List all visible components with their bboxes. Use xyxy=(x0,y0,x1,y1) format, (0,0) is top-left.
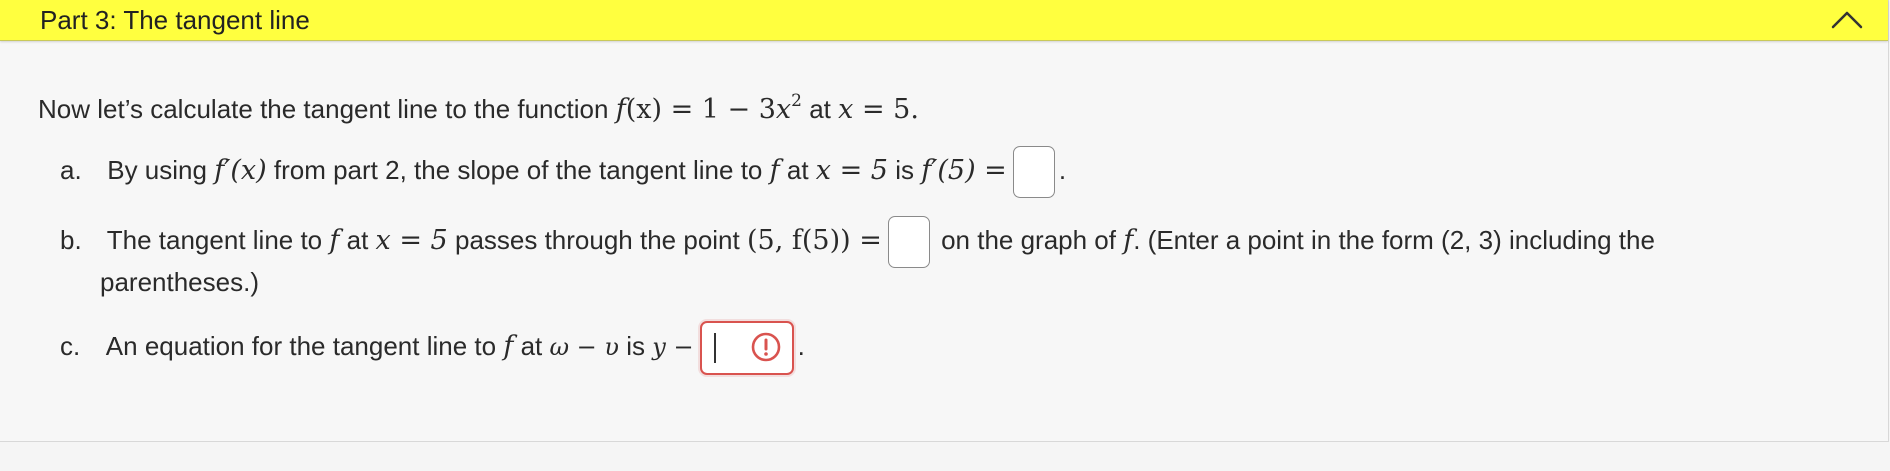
text-caret xyxy=(713,333,716,363)
question-b-end: . (Enter a point in the form (2, 3) incl… xyxy=(1133,224,1655,255)
question-c-is: is xyxy=(626,330,646,361)
question-c: c. An equation for the tangent line to f… xyxy=(60,321,805,375)
item-marker-c: c. xyxy=(60,330,81,361)
f-symbol: f xyxy=(769,154,780,186)
question-b-f: f xyxy=(329,225,339,256)
question-a-x: x = 5 xyxy=(816,155,888,186)
question-c-at: at xyxy=(520,330,543,361)
question-b-x: x = 5 xyxy=(376,225,448,256)
question-c-f: f xyxy=(503,331,513,362)
question-b-at: at xyxy=(346,224,369,255)
question-c-garbled-math: ω − υ xyxy=(549,332,620,361)
f-symbol: f xyxy=(1123,224,1134,256)
chevron-up-icon[interactable] xyxy=(1830,8,1864,30)
question-c-y: y − xyxy=(652,332,694,361)
x-eq-5: x = 5 xyxy=(815,154,888,186)
question-c-period: . xyxy=(797,330,805,361)
function-variable: x xyxy=(775,94,792,125)
question-c-lead: An equation for the tangent line to xyxy=(105,330,497,361)
question-b-after: on the graph of xyxy=(941,224,1116,255)
fprime5-expr: f′(5) = xyxy=(921,154,1007,186)
intro-at: at xyxy=(809,94,831,124)
part-3-panel: Part 3: The tangent line Now let’s calcu… xyxy=(0,0,1889,442)
question-a-period: . xyxy=(1058,154,1067,185)
intro-text: Now let’s calculate the tangent line to … xyxy=(38,83,919,128)
f-symbol: f xyxy=(503,330,514,362)
section-content: Now let’s calculate the tangent line to … xyxy=(0,41,1888,441)
question-b: b. The tangent line to f at x = 5 passes… xyxy=(60,216,1655,268)
point-answer-input[interactable] xyxy=(887,216,930,268)
item-marker-a: a. xyxy=(60,154,82,185)
equation-answer-input[interactable] xyxy=(699,321,794,375)
question-b-point: (5, f(5)) = xyxy=(746,224,882,256)
exclamation-circle-icon xyxy=(751,332,780,362)
intro-lead: Now let’s calculate the tangent line to … xyxy=(38,94,609,124)
question-b-continuation: parentheses.) xyxy=(100,267,259,297)
item-marker-b: b. xyxy=(60,224,82,255)
question-b-mid: passes through the point xyxy=(454,224,740,255)
function-exponent: 2 xyxy=(791,91,802,111)
question-a: a. By using f′(x) from part 2, the slope… xyxy=(60,146,1066,198)
question-b-lead: The tangent line to xyxy=(106,224,323,255)
intro-function: f(x) = 1 − 3x2 xyxy=(615,91,802,125)
question-a-f: f xyxy=(770,155,780,186)
section-title: Part 3: The tangent line xyxy=(40,5,310,35)
question-a-fprime5: f′(5) = xyxy=(921,155,1007,186)
fprime-expr: f′(x) xyxy=(214,154,267,186)
question-a-mid: from part 2, the slope of the tangent li… xyxy=(273,154,763,185)
intro-point: x = 5. xyxy=(838,94,919,125)
x-eq-5: x = 5 xyxy=(375,224,448,256)
question-a-lead: By using xyxy=(107,154,207,185)
intro-point-value: = 5. xyxy=(853,94,919,125)
question-a-is: is xyxy=(895,154,914,185)
question-a-at: at xyxy=(786,154,809,185)
f-symbol: f xyxy=(329,224,340,256)
section-header[interactable]: Part 3: The tangent line xyxy=(0,0,1888,41)
slope-answer-input[interactable] xyxy=(1012,146,1055,198)
function-body: (x) = 1 − 3 xyxy=(625,94,776,125)
question-b-f2: f xyxy=(1123,225,1133,256)
function-name: f xyxy=(615,94,626,125)
question-a-fprime: f′(x) xyxy=(214,155,266,186)
